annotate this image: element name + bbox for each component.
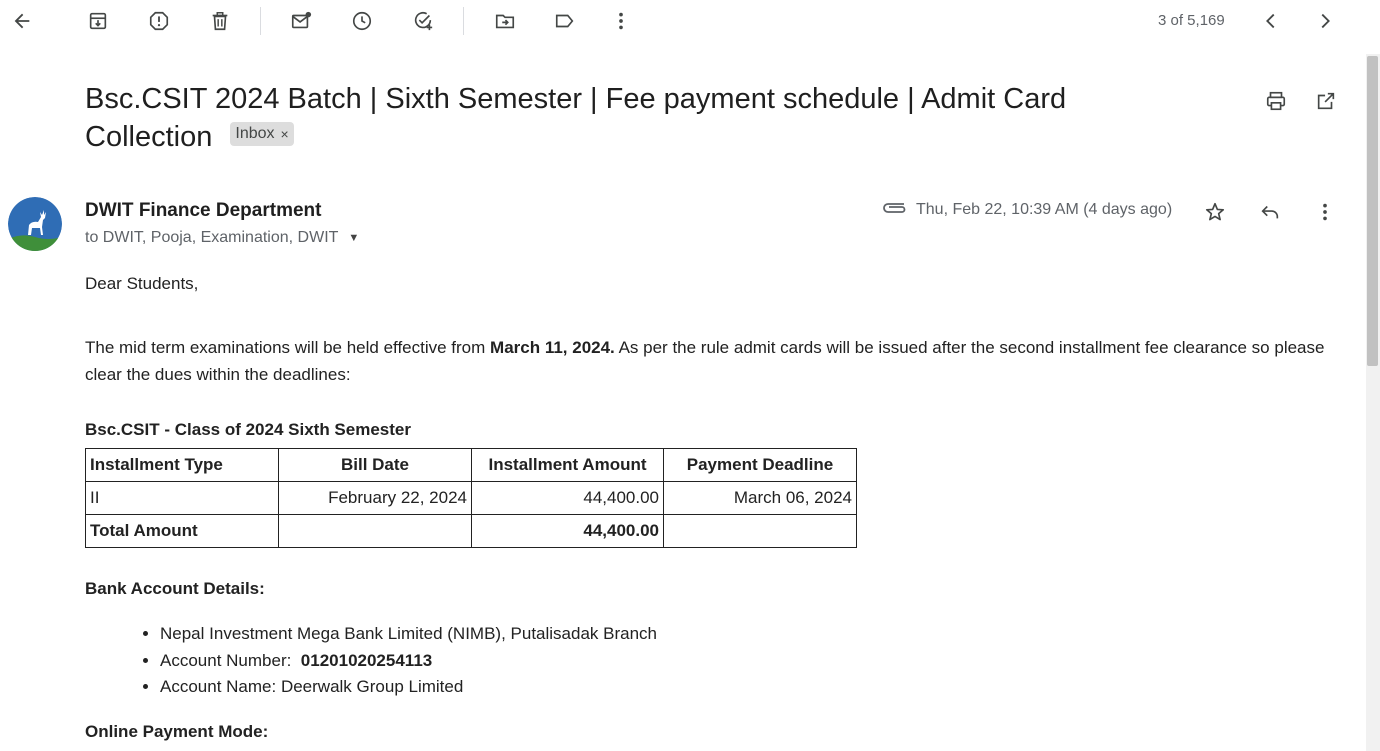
bank-details-list: Nepal Investment Mega Bank Limited (NIMB… (160, 624, 657, 704)
chevron-left-icon[interactable] (1256, 6, 1286, 36)
email-date: Thu, Feb 22, 10:39 AM (4 days ago) (916, 201, 1173, 218)
intro-paragraph: The mid term examinations will be held e… (85, 334, 1335, 388)
table-header: Installment Amount (471, 448, 664, 482)
table-header-row: Installment Type Bill Date Installment A… (85, 448, 857, 482)
table-title: Bsc.CSIT - Class of 2024 Sixth Semester (85, 420, 411, 439)
account-number: 01201020254113 (300, 650, 433, 670)
chevron-right-icon[interactable] (1310, 6, 1340, 36)
table-header: Bill Date (278, 448, 472, 482)
scrollbar-thumb[interactable] (1367, 56, 1378, 366)
move-to-icon[interactable] (490, 6, 520, 36)
para-text-1: The mid term examinations will be held e… (85, 338, 491, 357)
list-item: Account Name: Deerwalk Group Limited (160, 677, 657, 704)
table-cell (663, 514, 857, 548)
print-icon[interactable] (1261, 86, 1291, 116)
toolbar: 3 of 5,169 (0, 0, 1380, 44)
online-payment-title: Online Payment Mode: (85, 722, 269, 741)
report-spam-icon[interactable] (144, 6, 174, 36)
table-total-row: Total Amount 44,400.00 (85, 514, 857, 548)
table-cell: March 06, 2024 (663, 481, 857, 515)
add-task-icon[interactable] (408, 6, 438, 36)
list-item: Account Number: 01201020254113 (160, 651, 657, 678)
mark-unread-icon[interactable] (286, 6, 316, 36)
table-cell: February 22, 2024 (278, 481, 472, 515)
table-header: Payment Deadline (663, 448, 857, 482)
table-cell (278, 514, 472, 548)
email-subject: Bsc.CSIT 2024 Batch | Sixth Semester | F… (85, 80, 1165, 156)
total-label: Total Amount (85, 514, 279, 548)
table-row: II February 22, 2024 44,400.00 March 06,… (85, 481, 857, 515)
bank-title: Bank Account Details: (85, 579, 265, 598)
recipients: to DWIT, Pooja, Examination, DWIT ▼ (85, 229, 359, 247)
toolbar-divider (260, 7, 261, 35)
remove-label-icon[interactable]: × (281, 124, 289, 144)
reply-icon[interactable] (1255, 197, 1285, 227)
delete-icon[interactable] (205, 6, 235, 36)
table-cell: II (85, 481, 279, 515)
label-icon[interactable] (550, 6, 580, 36)
star-icon[interactable] (1200, 197, 1230, 227)
sender-name[interactable]: DWIT Finance Department (85, 200, 321, 222)
account-number-label: Account Number: (160, 650, 292, 670)
recipients-text: to DWIT, Pooja, Examination, DWIT (85, 229, 339, 246)
total-value: 44,400.00 (471, 514, 664, 548)
snooze-icon[interactable] (347, 6, 377, 36)
inbox-label-chip[interactable]: Inbox × (230, 122, 294, 147)
list-item: Nepal Investment Mega Bank Limited (NIMB… (160, 624, 657, 651)
archive-icon[interactable] (83, 6, 113, 36)
more-vert-icon[interactable] (1310, 197, 1340, 227)
label-text: Inbox (235, 125, 275, 143)
fee-table: Installment Type Bill Date Installment A… (85, 448, 857, 548)
toolbar-divider (463, 7, 464, 35)
open-new-window-icon[interactable] (1311, 86, 1341, 116)
back-arrow-icon[interactable] (7, 6, 37, 36)
table-cell: 44,400.00 (471, 481, 664, 515)
pager-count: 3 of 5,169 (1158, 12, 1225, 29)
table-header: Installment Type (85, 448, 279, 482)
more-vert-icon[interactable] (606, 6, 636, 36)
exam-date: March 11, 2024. (490, 338, 615, 357)
attachment-icon (883, 203, 906, 213)
avatar[interactable] (8, 197, 62, 251)
greeting: Dear Students, (85, 274, 199, 293)
chevron-down-icon[interactable]: ▼ (348, 232, 359, 244)
